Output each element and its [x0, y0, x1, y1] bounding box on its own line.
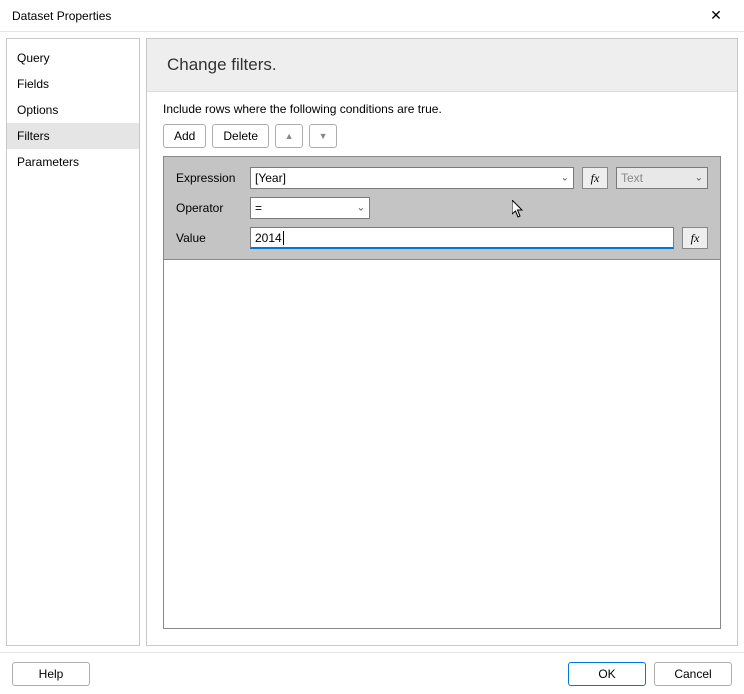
ok-button[interactable]: OK: [568, 662, 646, 686]
expression-fx-button[interactable]: fx: [582, 167, 608, 189]
arrow-up-icon: ▲: [285, 131, 294, 141]
sidebar-item-fields[interactable]: Fields: [7, 71, 139, 97]
operator-label: Operator: [176, 201, 242, 215]
add-button[interactable]: Add: [163, 124, 206, 148]
title-bar: Dataset Properties ✕: [0, 0, 744, 32]
expression-label: Expression: [176, 171, 242, 185]
operator-combo[interactable]: = ⌄: [250, 197, 370, 219]
value-fx-button[interactable]: fx: [682, 227, 708, 249]
arrow-down-icon: ▼: [319, 131, 328, 141]
delete-button[interactable]: Delete: [212, 124, 269, 148]
move-up-button[interactable]: ▲: [275, 124, 303, 148]
sidebar-item-parameters[interactable]: Parameters: [7, 149, 139, 175]
dialog-content: Query Fields Options Filters Parameters …: [0, 32, 744, 652]
panel-heading: Change filters.: [147, 39, 737, 92]
chevron-down-icon: ⌄: [695, 173, 703, 184]
value-row: Value 2014 fx: [176, 227, 708, 249]
category-sidebar: Query Fields Options Filters Parameters: [6, 38, 140, 646]
type-value: Text: [621, 171, 643, 185]
dialog-footer: Help OK Cancel: [0, 652, 744, 694]
close-icon: ✕: [710, 7, 722, 24]
main-panel: Change filters. Include rows where the f…: [146, 38, 738, 646]
sidebar-item-options[interactable]: Options: [7, 97, 139, 123]
filter-list-area: [163, 260, 721, 629]
type-combo[interactable]: Text ⌄: [616, 167, 708, 189]
expression-value: [Year]: [255, 171, 286, 185]
filter-editor: Expression [Year] ⌄ fx Text ⌄ Operator =: [163, 156, 721, 260]
chevron-down-icon: ⌄: [357, 203, 365, 214]
sidebar-item-filters[interactable]: Filters: [7, 123, 139, 149]
cancel-button[interactable]: Cancel: [654, 662, 732, 686]
move-down-button[interactable]: ▼: [309, 124, 337, 148]
panel-instruction: Include rows where the following conditi…: [163, 102, 721, 116]
value-label: Value: [176, 231, 242, 245]
expression-combo[interactable]: [Year] ⌄: [250, 167, 574, 189]
value-input[interactable]: 2014: [250, 227, 674, 249]
text-caret: [283, 231, 284, 245]
filter-button-row: Add Delete ▲ ▼: [163, 124, 721, 148]
value-text: 2014: [255, 231, 282, 245]
expression-row: Expression [Year] ⌄ fx Text ⌄: [176, 167, 708, 189]
help-button[interactable]: Help: [12, 662, 90, 686]
chevron-down-icon: ⌄: [561, 173, 569, 184]
panel-body: Include rows where the following conditi…: [147, 92, 737, 645]
close-button[interactable]: ✕: [696, 2, 736, 30]
operator-value: =: [255, 201, 262, 215]
window-title: Dataset Properties: [12, 9, 111, 23]
sidebar-item-query[interactable]: Query: [7, 45, 139, 71]
operator-row: Operator = ⌄: [176, 197, 708, 219]
